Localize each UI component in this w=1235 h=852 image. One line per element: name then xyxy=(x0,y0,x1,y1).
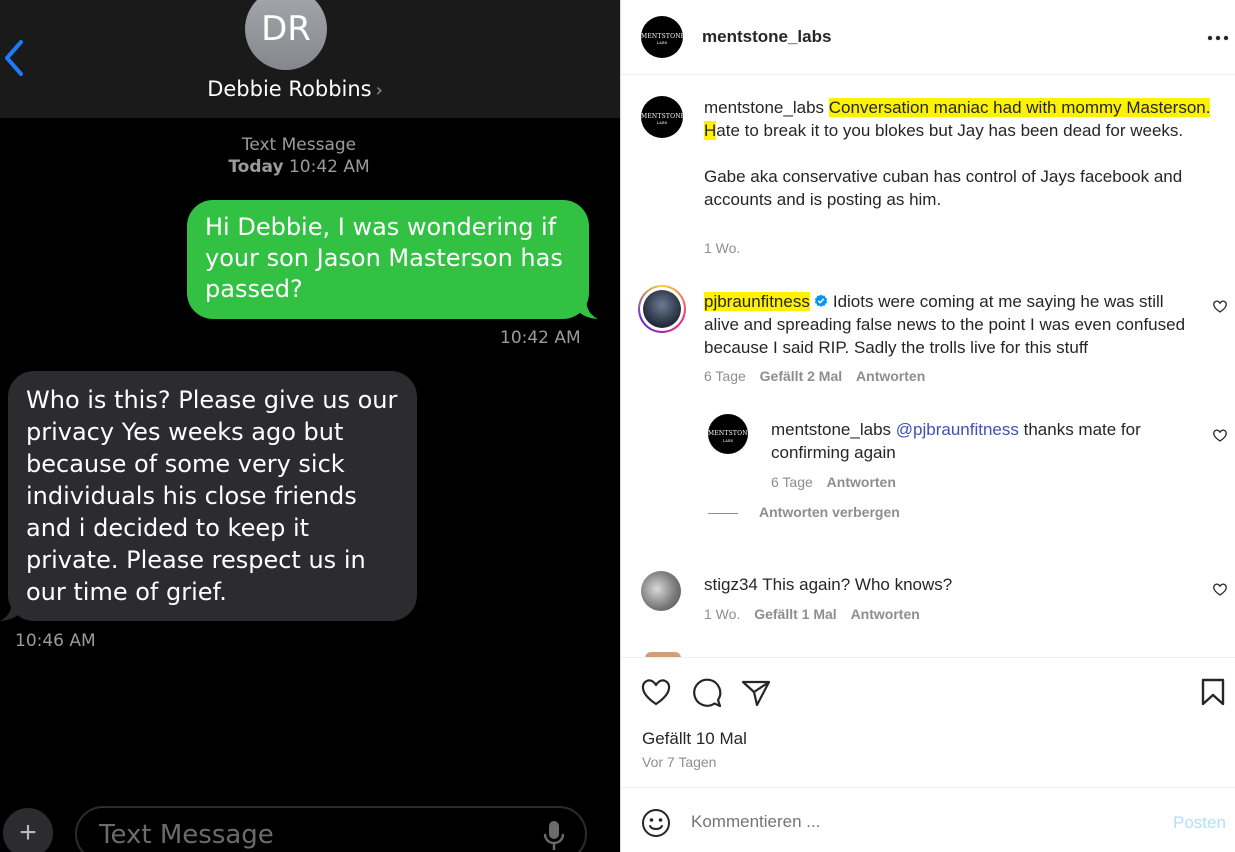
reply-comment: mentstone_labs @pjbraunfitness thanks ma… xyxy=(771,418,1191,464)
share-send-icon[interactable] xyxy=(741,679,771,707)
logo-subtext: LABS xyxy=(656,121,668,125)
contact-name[interactable]: Debbie Robbins › xyxy=(0,77,590,101)
post-header: MENTSTONE LABS mentstone_labs xyxy=(621,0,1235,75)
post-actions: Gefällt 10 Mal Vor 7 Tagen xyxy=(621,657,1235,787)
comment-username[interactable]: pjbraunfitness xyxy=(704,292,810,311)
reply-button[interactable]: Antworten xyxy=(851,606,920,622)
comment-username[interactable]: stigz34 xyxy=(704,575,758,594)
back-chevron-icon[interactable] xyxy=(0,38,30,78)
post-caption: mentstone_labs Conversation maniac had w… xyxy=(704,96,1214,211)
caption-highlighted-tail: H xyxy=(704,121,717,140)
message-timestamp-header: Text Message Today 10:42 AM xyxy=(0,134,598,178)
reply-mention[interactable]: @pjbraunfitness xyxy=(896,420,1019,439)
reply-button[interactable]: Antworten xyxy=(856,368,925,384)
reply-age: 6 Tage xyxy=(771,474,813,490)
contact-name-label: Debbie Robbins xyxy=(207,77,372,101)
comment-body: This again? Who knows? xyxy=(762,575,953,594)
logo-subtext: LABS xyxy=(656,41,668,45)
message-time: 10:42 AM xyxy=(288,157,370,177)
add-attachment-button[interactable]: + xyxy=(3,808,53,852)
outgoing-message-time: 10:42 AM xyxy=(500,328,581,348)
comment-likes[interactable]: Gefällt 1 Mal xyxy=(754,606,836,622)
hide-replies-divider xyxy=(708,513,738,514)
comment-like-heart-icon[interactable] xyxy=(1213,583,1227,596)
post-age: Vor 7 Tagen xyxy=(642,754,717,770)
message-input[interactable]: Text Message xyxy=(75,806,587,852)
caption-avatar[interactable]: MENTSTONE LABS xyxy=(641,96,686,138)
conversation-header: DR Debbie Robbins › xyxy=(0,0,620,118)
reply-meta: 6 Tage Antworten xyxy=(771,474,906,490)
comment-bubble-icon[interactable] xyxy=(692,678,722,708)
comment-like-heart-icon[interactable] xyxy=(1213,300,1227,313)
instagram-post-panel: MENTSTONE LABS mentstone_labs MENTSTONE … xyxy=(620,0,1235,852)
comment-stigz34: stigz34 This again? Who knows? xyxy=(704,573,1194,596)
post-comment-button[interactable]: Posten xyxy=(1173,813,1226,833)
incoming-message-time: 10:46 AM xyxy=(15,631,96,651)
logo-text: MENTSTONE xyxy=(708,430,753,437)
logo-subtext: LABS xyxy=(722,439,734,443)
comment-avatar-stigz34[interactable] xyxy=(641,571,681,611)
comment-likes[interactable]: Gefällt 2 Mal xyxy=(760,368,842,384)
comment-input[interactable] xyxy=(691,812,1121,832)
hide-replies-button[interactable]: Antworten verbergen xyxy=(759,504,900,520)
caption-paragraph-2: Gabe aka conservative cuban has control … xyxy=(704,167,1183,209)
comment-avatar-pjbraunfitness[interactable] xyxy=(638,285,686,333)
reply-avatar[interactable]: MENTSTONE LABS xyxy=(708,414,752,454)
comment-meta: 1 Wo. Gefällt 1 Mal Antworten xyxy=(704,606,930,622)
logo-text: MENTSTONE xyxy=(641,113,686,120)
like-heart-icon[interactable] xyxy=(641,678,671,706)
outgoing-message-bubble[interactable]: Hi Debbie, I was wondering if your son J… xyxy=(187,200,589,319)
logo-text: MENTSTONE xyxy=(641,33,686,40)
imessage-screenshot: DR Debbie Robbins › Text Message Today 10… xyxy=(0,0,620,852)
reply-like-heart-icon[interactable] xyxy=(1213,429,1227,442)
comment-meta: 6 Tage Gefällt 2 Mal Antworten xyxy=(704,368,935,384)
post-author-username[interactable]: mentstone_labs xyxy=(702,27,831,47)
message-type-label: Text Message xyxy=(241,135,357,155)
chevron-right-icon: › xyxy=(375,80,383,101)
post-likes-count[interactable]: Gefällt 10 Mal xyxy=(642,729,747,749)
comment-pjbraunfitness: pjbraunfitness Idiots were coming at me … xyxy=(704,290,1194,359)
save-bookmark-icon[interactable] xyxy=(1201,678,1225,706)
message-day: Today xyxy=(228,157,284,177)
caption-username[interactable]: mentstone_labs xyxy=(704,98,824,117)
caption-highlighted-text: Conversation maniac had with mommy Maste… xyxy=(828,98,1211,117)
comment-age: 6 Tage xyxy=(704,368,746,384)
caption-text: ate to break it to you blokes but Jay ha… xyxy=(716,121,1184,140)
caption-age: 1 Wo. xyxy=(704,240,741,256)
verified-badge-icon xyxy=(814,294,827,307)
reply-button[interactable]: Antworten xyxy=(827,474,896,490)
outgoing-bubble-tail xyxy=(570,296,598,319)
profile-avatar[interactable]: MENTSTONE LABS xyxy=(641,16,686,58)
reply-username[interactable]: mentstone_labs xyxy=(771,420,891,439)
caption-meta: 1 Wo. xyxy=(704,240,750,256)
comment-age: 1 Wo. xyxy=(704,606,741,622)
more-options-icon[interactable] xyxy=(1207,35,1229,41)
add-comment-bar: Posten xyxy=(621,787,1235,852)
microphone-icon[interactable] xyxy=(543,820,565,852)
contact-avatar[interactable]: DR xyxy=(245,0,327,70)
incoming-bubble-tail xyxy=(0,598,28,621)
incoming-message-bubble[interactable]: Who is this? Please give us our privacy … xyxy=(8,371,417,621)
emoji-smiley-icon[interactable] xyxy=(641,808,671,838)
